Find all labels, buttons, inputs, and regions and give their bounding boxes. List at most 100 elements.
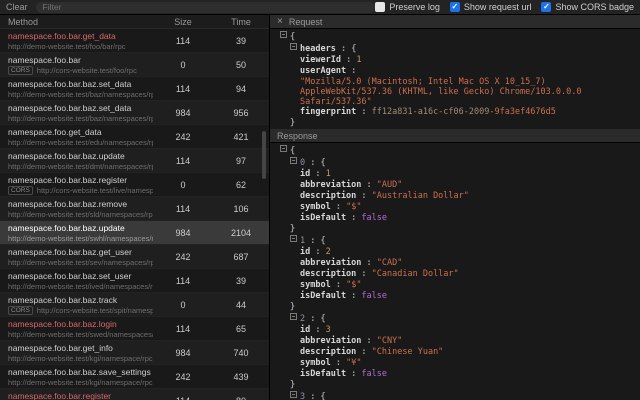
json-str: "CNY"	[377, 336, 403, 346]
request-url: http://demo-website.test/kgi/namespace/r…	[8, 354, 153, 363]
devtools-network-panel: Clear Preserve log ✓Show request url ✓Show…	[0, 0, 640, 400]
checkbox-box[interactable]: ✓	[541, 2, 551, 12]
json-line: description : "Australian Dollar"	[272, 191, 636, 202]
filter-input[interactable]	[36, 2, 376, 13]
url-line: http://demo-website.test/foo/bar/rpc	[8, 42, 153, 51]
json-num: 3	[326, 325, 331, 335]
request-url: http://cors-website.test/foo/rpc	[37, 66, 137, 75]
request-json: {headers : {viewerId : 1userAgent : "Moz…	[270, 29, 640, 129]
checkbox-show-cors-badge[interactable]: ✓Show CORS badge	[541, 2, 634, 12]
table-row[interactable]: namespace.foo.bar.get_datahttp://demo-we…	[0, 29, 269, 53]
size-value: 984	[153, 348, 213, 358]
json-punct: }	[290, 302, 295, 312]
table-row[interactable]: namespace.foo.bar.registerhttp://demo-we…	[0, 389, 269, 400]
json-line: isDefault : false	[272, 291, 636, 302]
json-line: symbol : "$"	[272, 280, 636, 291]
method-cell: namespace.foo.bar.baz.registerCORShttp:/…	[0, 175, 153, 195]
json-key: abbreviation	[300, 336, 361, 346]
json-key: abbreviation	[300, 180, 361, 190]
table-row[interactable]: namespace.foo.bar.baz.save_settingshttp:…	[0, 365, 269, 389]
checkbox-box[interactable]	[375, 2, 385, 12]
table-row[interactable]: namespace.foo.barCORShttp://cors-website…	[0, 53, 269, 77]
response-panel-header: Response	[270, 129, 640, 143]
url-line: http://demo-website.test/baz/namespaces/…	[8, 114, 153, 123]
method-name: namespace.foo.bar.baz.track	[8, 295, 153, 305]
table-row[interactable]: namespace.foo.get_datahttp://demo-websit…	[0, 125, 269, 149]
method-name: namespace.foo.bar.baz.update	[8, 223, 153, 233]
column-header-method: Method	[0, 17, 153, 27]
json-num: 1	[356, 55, 361, 65]
json-punct: }	[290, 380, 295, 390]
time-value: 62	[213, 180, 269, 190]
collapse-icon[interactable]	[290, 235, 297, 242]
json-line: {	[272, 145, 636, 157]
table-row[interactable]: namespace.foo.bar.get_infohttp://demo-we…	[0, 341, 269, 365]
json-line: isDefault : false	[272, 369, 636, 380]
table-row[interactable]: namespace.foo.bar.baz.removehttp://demo-…	[0, 197, 269, 221]
checkbox-label: Preserve log	[389, 2, 440, 12]
json-line: viewerId : 1	[272, 55, 636, 66]
close-icon[interactable]: ×	[277, 17, 283, 27]
json-punct: }	[290, 224, 295, 234]
table-row[interactable]: namespace.foo.bar.baz.set_userhttp://dem…	[0, 269, 269, 293]
size-value: 0	[153, 180, 213, 190]
method-cell: namespace.foo.bar.get_datahttp://demo-we…	[0, 31, 153, 51]
json-punct: :	[361, 258, 376, 268]
url-line: http://demo-website.test/swhl/namespaces…	[8, 234, 153, 243]
collapse-icon[interactable]	[290, 43, 297, 50]
request-url: http://demo-website.test/baz/namespaces/…	[8, 114, 153, 123]
time-value: 39	[213, 276, 269, 286]
json-line: fingerprint : ff12a831-a16c-cf06-2009-9f…	[272, 107, 636, 118]
json-key: description	[300, 269, 356, 279]
scrollbar-thumb[interactable]	[262, 131, 266, 179]
table-row[interactable]: namespace.foo.bar.baz.get_userhttp://dem…	[0, 245, 269, 269]
collapse-icon[interactable]	[290, 157, 297, 164]
url-line: http://demo-website.test/edu/namespaces/…	[8, 138, 153, 147]
json-key: headers	[300, 44, 336, 54]
time-value: 421	[213, 132, 269, 142]
checkbox-preserve-log[interactable]: Preserve log	[375, 2, 440, 12]
collapse-icon[interactable]	[280, 145, 287, 152]
url-line: http://demo-website.test/baz/namespaces/…	[8, 90, 153, 99]
method-name: namespace.foo.bar.get_info	[8, 343, 153, 353]
clear-button[interactable]: Clear	[6, 2, 28, 12]
table-header: Method Size Time	[0, 15, 269, 29]
time-value: 439	[213, 372, 269, 382]
json-punct: :	[346, 369, 361, 379]
method-name: namespace.foo.bar.register	[8, 391, 153, 400]
toolbar-checkbox-group: Preserve log ✓Show request url ✓Show CORS …	[375, 2, 634, 12]
checkbox-box[interactable]: ✓	[450, 2, 460, 12]
json-line: 2 : {	[272, 313, 636, 325]
time-value: 94	[213, 84, 269, 94]
table-row[interactable]: namespace.foo.bar.baz.registerCORShttp:/…	[0, 173, 269, 197]
size-value: 114	[153, 156, 213, 166]
json-str: "CAD"	[377, 258, 403, 268]
json-punct: {	[320, 158, 325, 168]
collapse-icon[interactable]	[290, 391, 297, 398]
checkbox-show-request-url[interactable]: ✓Show request url	[450, 2, 532, 12]
json-line: abbreviation : "AUD"	[272, 180, 636, 191]
table-row[interactable]: namespace.foo.bar.baz.updatehttp://demo-…	[0, 149, 269, 173]
time-value: 50	[213, 60, 269, 70]
table-row[interactable]: namespace.foo.bar.baz.set_datahttp://dem…	[0, 101, 269, 125]
table-row[interactable]: namespace.foo.bar.baz.updatehttp://demo-…	[0, 221, 269, 245]
time-value: 740	[213, 348, 269, 358]
table-row[interactable]: namespace.foo.bar.baz.loginhttp://demo-w…	[0, 317, 269, 341]
request-url: http://demo-website.test/kgi/namespace/r…	[8, 378, 153, 387]
json-punct: :	[361, 180, 376, 190]
json-line: id : 2	[272, 247, 636, 258]
json-line: abbreviation : "CNY"	[272, 336, 636, 347]
json-punct: {	[351, 44, 356, 54]
json-key: isDefault	[300, 291, 346, 301]
json-line: symbol : "$"	[272, 202, 636, 213]
size-value: 984	[153, 108, 213, 118]
method-cell: namespace.foo.bar.baz.get_userhttp://dem…	[0, 247, 153, 267]
collapse-icon[interactable]	[290, 313, 297, 320]
table-row[interactable]: namespace.foo.bar.baz.set_datahttp://dem…	[0, 77, 269, 101]
time-value: 39	[213, 36, 269, 46]
url-line: http://demo-website.test/kgi/namespace/r…	[8, 378, 153, 387]
url-line: http://demo-website.test/sld/namespaces/…	[8, 210, 153, 219]
table-row[interactable]: namespace.foo.bar.baz.trackCORShttp://co…	[0, 293, 269, 317]
collapse-icon[interactable]	[280, 31, 287, 38]
method-name: namespace.foo.bar.baz.get_user	[8, 247, 153, 257]
